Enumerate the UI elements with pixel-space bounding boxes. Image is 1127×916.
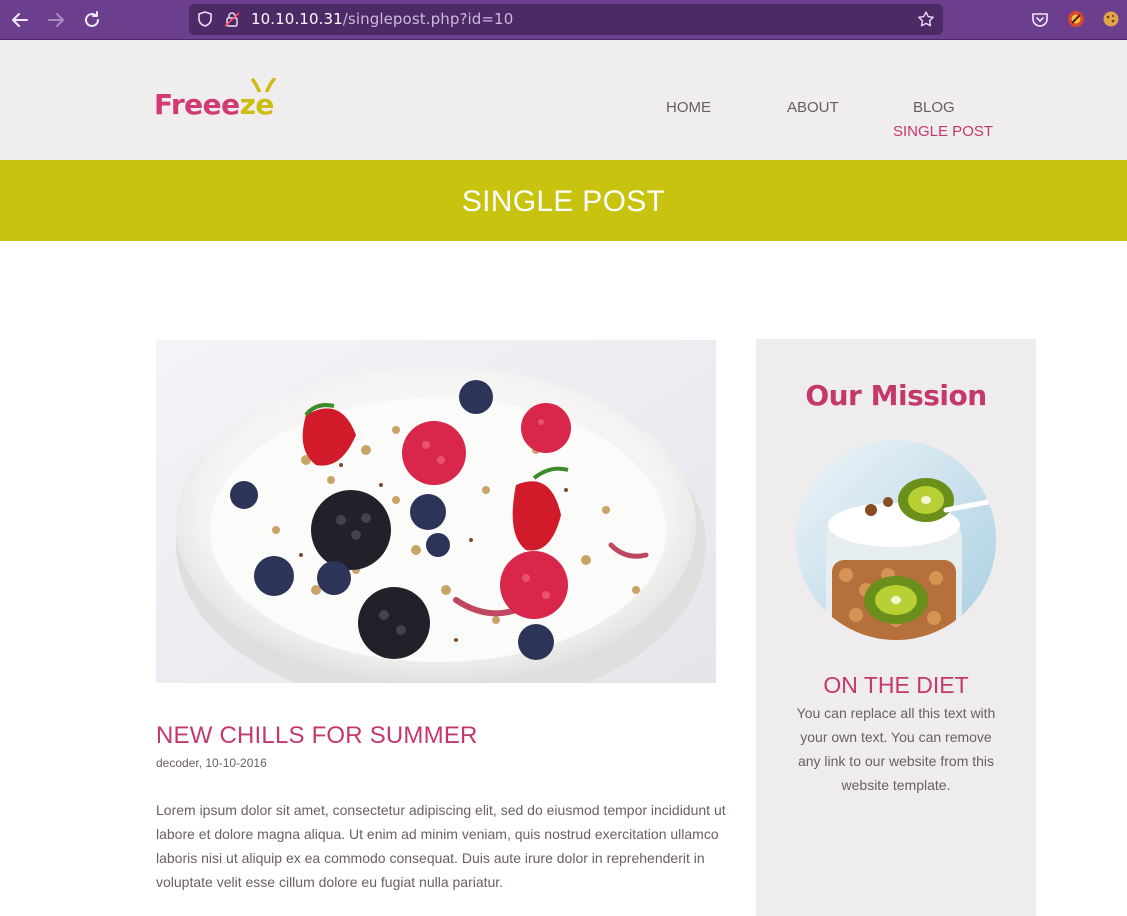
cookie-icon[interactable] xyxy=(1101,9,1121,29)
page-banner: SINGLE POST xyxy=(0,160,1127,241)
nav-single-post[interactable]: SINGLE POST xyxy=(893,123,993,140)
reload-icon[interactable] xyxy=(80,8,104,32)
nav-about[interactable]: ABOUT xyxy=(787,99,839,116)
url-text[interactable]: 10.10.10.31/singlepost.php?id=10 xyxy=(251,10,513,28)
address-bar[interactable]: 10.10.10.31/singlepost.php?id=10 xyxy=(189,4,943,35)
site-logo[interactable]: Freeeze xyxy=(154,78,276,121)
bookmark-star-icon[interactable] xyxy=(917,10,935,28)
post-meta: decoder, 10-10-2016 xyxy=(156,756,267,770)
logo-text-main: Freee xyxy=(154,88,240,121)
forward-arrow-icon[interactable] xyxy=(44,8,68,32)
post-body: Lorem ipsum dolor sit amet, consectetur … xyxy=(156,802,726,890)
extension-icon[interactable] xyxy=(1066,9,1086,29)
url-host: 10.10.10.31 xyxy=(251,10,343,28)
shield-icon[interactable] xyxy=(196,10,214,28)
page-title: SINGLE POST xyxy=(461,185,666,218)
browser-toolbar: 10.10.10.31/singlepost.php?id=10 xyxy=(0,0,1127,40)
post-image xyxy=(156,340,716,683)
logo-sprout-icon xyxy=(251,78,276,92)
url-path: /singlepost.php?id=10 xyxy=(342,10,514,28)
logo-text-accent: ze xyxy=(239,88,275,121)
post-title[interactable]: NEW CHILLS FOR SUMMER xyxy=(156,722,478,750)
sidebar-subheading: ON THE DIET xyxy=(823,672,969,698)
nav-home[interactable]: HOME xyxy=(666,99,711,116)
nav-blog[interactable]: BLOG xyxy=(913,99,955,116)
site-header: Freeeze HOME ABOUT BLOG SINGLE POST xyxy=(0,40,1127,160)
sidebar-text: You can replace all this text with your … xyxy=(796,705,996,793)
sidebar-mission: Our Mission ON THE DIET You can replace … xyxy=(756,339,1036,916)
pocket-icon[interactable] xyxy=(1030,9,1050,29)
lock-icon[interactable] xyxy=(223,10,241,28)
sidebar-heading: Our Mission xyxy=(805,379,987,412)
mission-image xyxy=(796,440,996,640)
back-arrow-icon[interactable] xyxy=(8,8,32,32)
